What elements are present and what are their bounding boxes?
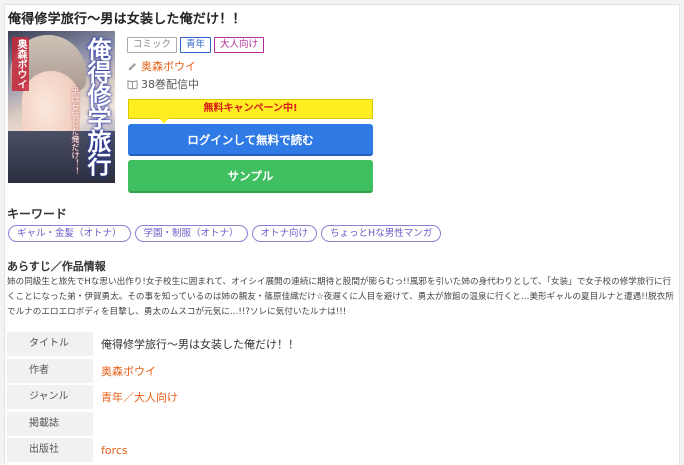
meta-row-publisher: 出版社 forcs <box>7 437 675 464</box>
meta-value-publisher-link[interactable]: forcs <box>93 444 128 457</box>
meta-label: タイトル <box>7 332 93 357</box>
synopsis-text: 姉の同級生と旅先でHな思い出作り!女子校生に囲まれて、オイシイ展開の連続に期待と… <box>7 277 674 317</box>
login-read-free-button[interactable]: ログインして無料で読む <box>128 124 373 156</box>
meta-value-author-link[interactable]: 奥森ボウイ <box>93 363 156 379</box>
author-link[interactable]: 奥森ボウイ <box>141 58 196 74</box>
keyword-chip[interactable]: オトナ向け <box>251 225 318 242</box>
meta-label: 作者 <box>7 358 93 383</box>
cover-title-text: 俺得修学旅行 <box>83 37 111 175</box>
page-title: 俺得修学旅行～男は女装した俺だけ！！ <box>8 12 246 27</box>
cover-image[interactable]: 奥森ボウイ 俺得修学旅行 男は女装した俺だけ！！ <box>8 31 115 183</box>
sample-button[interactable]: サンプル <box>128 160 373 193</box>
keywords-heading: キーワード <box>7 207 68 221</box>
book-icon <box>127 79 138 90</box>
meta-value-genre-link[interactable]: 青年／大人向け <box>93 389 178 405</box>
meta-label: ジャンル <box>7 385 93 410</box>
synopsis-heading: あらすじ／作品情報 <box>7 260 106 273</box>
keyword-chip[interactable]: ちょっとHな男性マンガ <box>321 225 442 242</box>
cover-author-text: 奥森ボウイ <box>12 37 29 91</box>
metadata-table: タイトル 俺得修学旅行～男は女装した俺だけ！！ 作者 奥森ボウイ ジャンル 青年… <box>7 331 675 464</box>
meta-row-genre: ジャンル 青年／大人向け <box>7 384 675 411</box>
cover-subtitle-text: 男は女装した俺だけ！！ <box>71 87 80 175</box>
meta-label: 掲載誌 <box>7 411 93 436</box>
tag-adult[interactable]: 大人向け <box>214 37 265 53</box>
meta-row-author: 作者 奥森ボウイ <box>7 358 675 385</box>
tag-comic[interactable]: コミック <box>127 37 178 53</box>
tag-seinen[interactable]: 青年 <box>180 37 212 53</box>
campaign-badge: 無料キャンペーン中! <box>128 99 373 124</box>
genre-tags: コミック 青年 大人向け <box>127 37 265 53</box>
meta-label: 出版社 <box>7 438 93 463</box>
volume-count: 38巻配信中 <box>141 78 199 91</box>
meta-row-magazine: 掲載誌 <box>7 411 675 438</box>
volume-row: 38巻配信中 <box>127 76 199 92</box>
keyword-chip[interactable]: 学園・制服（オトナ） <box>134 225 248 242</box>
pen-icon <box>128 62 137 70</box>
keyword-chip[interactable]: ギャル・金髪（オトナ） <box>8 225 131 242</box>
meta-row-title: タイトル 俺得修学旅行～男は女装した俺だけ！！ <box>7 331 675 358</box>
author-row: 奥森ボウイ <box>127 58 196 74</box>
meta-value-title: 俺得修学旅行～男は女装した俺だけ！！ <box>101 338 299 352</box>
keyword-list: ギャル・金髪（オトナ） 学園・制服（オトナ） オトナ向け ちょっとHな男性マンガ <box>8 225 442 242</box>
